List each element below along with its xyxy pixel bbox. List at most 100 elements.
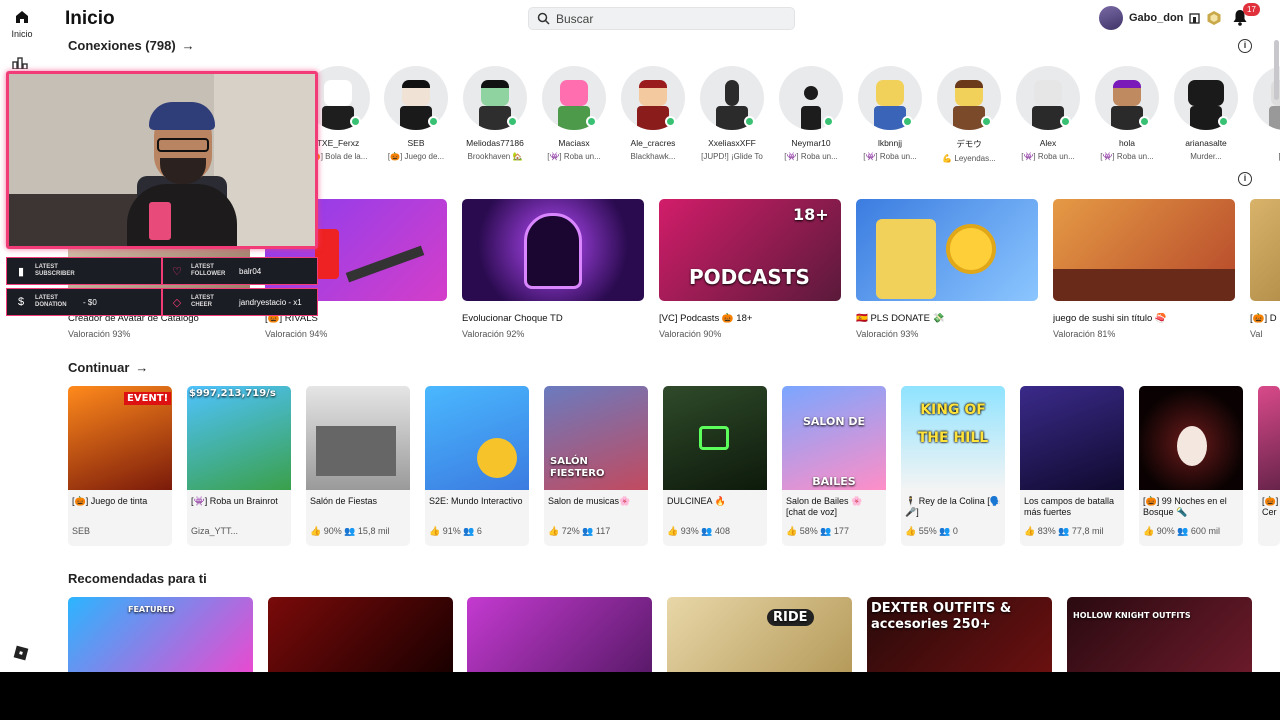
game-rating: Valoración 93% <box>68 329 131 339</box>
game-card[interactable]: 🇪🇸 PLS DONATE 💸 Valoración 93% <box>856 199 1038 339</box>
heart-icon: ♡ <box>172 265 182 278</box>
friend-card[interactable]: デモウ 💪 Leyendas... <box>931 66 1007 163</box>
game-card[interactable]: Evolucionar Choque TD Valoración 92% <box>462 199 644 339</box>
latest-cheer-alert: ◇ LATEST CHEER jandryestacio - x1 <box>162 288 318 316</box>
game-thumbnail <box>1258 386 1280 490</box>
friend-card[interactable]: lkbnnjj [👾] Roba un... <box>852 66 928 161</box>
robux-icon[interactable] <box>1206 10 1222 26</box>
notifications-badge: 17 <box>1243 3 1260 16</box>
continue-card[interactable]: [🎃] Cer <box>1258 386 1280 546</box>
game-thumbnail <box>663 386 767 490</box>
search-bar[interactable] <box>528 7 795 30</box>
latest-subscriber-alert: ▮ LATEST SUBSCRIBER <box>6 257 162 285</box>
continue-card[interactable]: KING OF THE HILL 🕴 Rey de la Colina [🗣️🎤]… <box>901 386 1005 546</box>
game-thumbnail: KING OF THE HILL <box>901 386 1005 490</box>
latest-subscriber-label: LATEST SUBSCRIBER <box>35 264 75 277</box>
friend-card[interactable]: hola [👾] Roba un... <box>1089 66 1165 161</box>
game-meta: 👍 91% 👥 6 <box>429 526 482 536</box>
online-status-icon <box>350 116 361 127</box>
friend-status: 💪 Leyendas... <box>942 154 996 163</box>
online-status-icon <box>902 116 913 127</box>
game-rating: Valoración 92% <box>462 329 525 339</box>
friend-card[interactable]: Alex [👾] Roba un... <box>1010 66 1086 161</box>
friend-card[interactable]: Ale_cracres Blackhawk... <box>615 66 691 161</box>
info-icon[interactable]: i <box>1238 172 1252 186</box>
game-card[interactable]: juego de sushi sin título 🍣 Valoración 81… <box>1053 199 1235 339</box>
roblox-logo-icon[interactable] <box>13 645 29 666</box>
latest-follower-value: balr04 <box>239 266 262 276</box>
game-thumbnail <box>306 386 410 490</box>
roblox-home-page: Inicio ocadas Inicio Gabo_don 17 Conexio… <box>0 0 1280 672</box>
page-scrollbar[interactable] <box>1274 40 1279 100</box>
charts-icon <box>12 57 28 70</box>
online-status-icon <box>981 116 992 127</box>
continue-header[interactable]: Continuar → <box>68 360 148 375</box>
stream-alerts-row: $ LATEST DONATION - $0 ◇ LATEST CHEER jandry… <box>6 288 318 316</box>
game-meta: 👍 58% 👥 177 <box>786 526 849 536</box>
continue-card[interactable]: SALON DE BAILES Salon de Bailes 🌸 [chat d… <box>782 386 886 546</box>
game-title: Salon de musicas🌸 <box>548 496 631 506</box>
nav-home[interactable]: Inicio <box>4 10 40 39</box>
game-thumbnail <box>1139 386 1243 490</box>
continue-card[interactable]: $997,213,719/s [👾] Roba un Brainrot Giza_Y… <box>187 386 291 546</box>
friend-card[interactable]: Maciasx [👾] Roba un... <box>536 66 612 161</box>
online-status-icon <box>744 116 755 127</box>
username[interactable]: Gabo_don <box>1129 12 1183 24</box>
game-title: [🎃] Cer <box>1262 496 1279 517</box>
continue-card[interactable]: DULCINEA 🔥 👍 93% 👥 408 <box>663 386 767 546</box>
connections-header[interactable]: Conexiones (798) → <box>68 38 195 53</box>
game-title: 🕴 Rey de la Colina [🗣️🎤] <box>905 496 1001 517</box>
info-icon[interactable]: i <box>1238 39 1252 53</box>
game-card[interactable]: [🎃] D Val <box>1250 199 1280 339</box>
search-input[interactable] <box>556 11 786 27</box>
recommended-card[interactable] <box>467 597 652 672</box>
game-meta: 👍 55% 👥 0 <box>905 526 958 536</box>
game-title: Los campos de batalla más fuertes <box>1024 496 1115 517</box>
recommended-card[interactable]: DEXTER OUTFITS & accesories 250+ <box>867 597 1052 672</box>
recommended-card[interactable] <box>268 597 453 672</box>
friend-card[interactable]: Neymar10 [👾] Roba un... <box>773 66 849 161</box>
continue-card[interactable]: Salón de Fiestas 👍 90% 👥 15,8 mil <box>306 386 410 546</box>
game-meta: 👍 72% 👥 117 <box>548 526 611 536</box>
friend-card[interactable]: SEB [🎃] Juego de... <box>378 66 454 161</box>
game-title: [🎃] D <box>1250 313 1277 324</box>
game-card[interactable]: PODCASTS 18+ [VC] Podcasts 🎃 18+ Valoración… <box>659 199 841 339</box>
latest-cheer-label: LATEST CHEER <box>191 295 214 308</box>
recommended-card[interactable]: HOLLOW KNIGHT OUTFITS <box>1067 597 1252 672</box>
game-thumbnail <box>462 199 644 301</box>
game-meta: 👍 93% 👥 408 <box>667 526 730 536</box>
continue-card[interactable]: S2E: Mundo Interactivo 👍 91% 👥 6 <box>425 386 529 546</box>
stream-alerts-row: ▮ LATEST SUBSCRIBER ♡ LATEST FOLLOWER balr0… <box>6 257 318 285</box>
friend-name: デモウ <box>956 139 982 149</box>
continue-card[interactable]: SALÓN FIESTERO Salon de musicas🌸 👍 72% 👥 1… <box>544 386 648 546</box>
friend-status: [👾] Roba un... <box>863 152 917 161</box>
continue-card[interactable]: Los campos de batalla más fuertes 👍 83% 👥… <box>1020 386 1124 546</box>
recommended-header: Recomendadas para ti <box>68 571 207 586</box>
recommended-card[interactable]: FEATURED <box>68 597 253 672</box>
online-status-icon <box>1060 116 1071 127</box>
dollar-icon: $ <box>17 296 25 308</box>
friend-name: SEB <box>407 138 425 148</box>
friend-card[interactable]: arianasalte Murder... <box>1168 66 1244 161</box>
home-icon <box>16 11 28 23</box>
continue-card[interactable]: [🎃] 99 Noches en el Bosque 🔦 👍 90% 👥 600 … <box>1139 386 1243 546</box>
arrow-right-icon: → <box>135 360 149 375</box>
premium-icon <box>1189 12 1201 24</box>
friend-name: Neymar10 <box>791 138 831 148</box>
game-thumbnail <box>1053 199 1235 301</box>
online-status-icon <box>1218 116 1229 127</box>
recommended-card[interactable]: RIDE <box>667 597 852 672</box>
game-rating: Valoración 94% <box>265 329 328 339</box>
continue-card[interactable]: EVENT! [🎃] Juego de tinta SEB <box>68 386 172 546</box>
online-status-icon <box>428 116 439 127</box>
game-meta: 👍 90% 👥 15,8 mil <box>310 526 390 536</box>
friend-name: XxeliasxXFF <box>708 138 756 148</box>
game-thumbnail: $997,213,719/s <box>187 386 291 490</box>
game-thumbnail <box>1020 386 1124 490</box>
avatar[interactable] <box>1099 6 1123 30</box>
game-title: Salón de Fiestas <box>310 496 378 506</box>
friend-card[interactable]: XxeliasxXFF [JUPD!] ¡Glide To <box>694 66 770 161</box>
game-title: 🇪🇸 PLS DONATE 💸 <box>856 313 945 324</box>
friend-card[interactable]: Meliodas77186 Brookhaven 🏡 <box>457 66 533 161</box>
user-menu[interactable]: Gabo_don <box>1099 6 1222 30</box>
